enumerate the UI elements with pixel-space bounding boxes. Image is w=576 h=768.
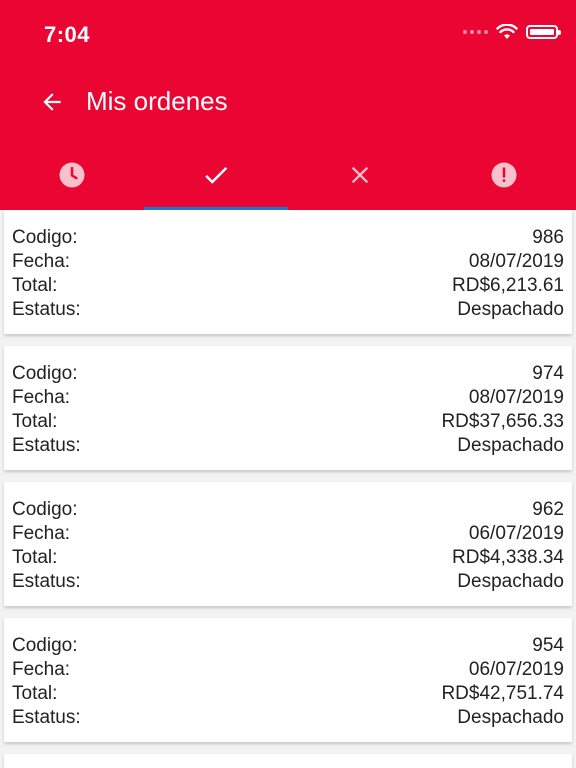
date-label: Fecha: xyxy=(12,251,71,272)
total-value: RD$6,213.61 xyxy=(452,275,564,296)
code-label: Codigo: xyxy=(12,227,78,248)
code-label: Codigo: xyxy=(12,635,78,656)
date-label: Fecha: xyxy=(12,387,71,408)
battery-icon xyxy=(526,25,561,39)
total-label: Total: xyxy=(12,411,58,432)
orders-list[interactable]: Codigo: 986 Fecha: 08/07/2019 Total: RD$6,2… xyxy=(0,210,576,768)
clock-icon xyxy=(59,162,85,188)
total-value: RD$37,656.33 xyxy=(441,411,564,432)
tab-alert[interactable] xyxy=(432,140,576,210)
app-bar: 7:04 Mis ordenes xyxy=(0,0,576,210)
code-value: 974 xyxy=(532,363,564,384)
code-value: 986 xyxy=(532,227,564,248)
alert-icon xyxy=(491,162,517,188)
tab-completed[interactable] xyxy=(144,140,288,210)
order-card[interactable]: Codigo: 962 Fecha: 06/07/2019 Total: RD$4,3… xyxy=(4,482,572,606)
wifi-icon xyxy=(496,24,518,39)
date-value: 06/07/2019 xyxy=(468,523,564,544)
status-time: 7:04 xyxy=(44,22,91,47)
order-card[interactable]: Codigo:949 xyxy=(4,754,572,768)
status-value: Despachado xyxy=(457,435,564,456)
total-value: RD$4,338.34 xyxy=(452,547,564,568)
date-label: Fecha: xyxy=(12,659,71,680)
code-value: 962 xyxy=(532,499,564,520)
tab-pending[interactable] xyxy=(0,140,144,210)
code-label: Codigo: xyxy=(12,499,78,520)
date-value: 06/07/2019 xyxy=(468,659,564,680)
status-icons xyxy=(463,24,561,40)
total-label: Total: xyxy=(12,683,58,704)
total-value: RD$42,751.74 xyxy=(441,683,564,704)
status-label: Estatus: xyxy=(12,571,81,592)
total-label: Total: xyxy=(12,275,58,296)
total-label: Total: xyxy=(12,547,58,568)
date-value: 08/07/2019 xyxy=(468,387,564,408)
code-label: Codigo: xyxy=(12,363,78,384)
back-button[interactable] xyxy=(30,80,74,124)
signal-icon xyxy=(463,30,488,34)
close-icon xyxy=(351,166,369,184)
code-value: 954 xyxy=(532,635,564,656)
status-label: Estatus: xyxy=(12,299,81,320)
tab-bar xyxy=(0,140,576,210)
status-label: Estatus: xyxy=(12,707,81,728)
status-value: Despachado xyxy=(457,707,564,728)
arrow-back-icon xyxy=(43,93,61,111)
status-label: Estatus: xyxy=(12,435,81,456)
status-value: Despachado xyxy=(457,299,564,320)
date-value: 08/07/2019 xyxy=(468,251,564,272)
page-title: Mis ordenes xyxy=(86,86,228,116)
date-label: Fecha: xyxy=(12,523,71,544)
status-value: Despachado xyxy=(457,571,564,592)
order-card[interactable]: Codigo: 986 Fecha: 08/07/2019 Total: RD$6,2… xyxy=(4,210,572,334)
tab-cancelled[interactable] xyxy=(288,140,432,210)
order-card[interactable]: Codigo: 974 Fecha: 08/07/2019 Total: RD$37,… xyxy=(4,346,572,470)
order-card[interactable]: Codigo: 954 Fecha: 06/07/2019 Total: RD$42,… xyxy=(4,618,572,742)
check-icon xyxy=(205,166,228,184)
